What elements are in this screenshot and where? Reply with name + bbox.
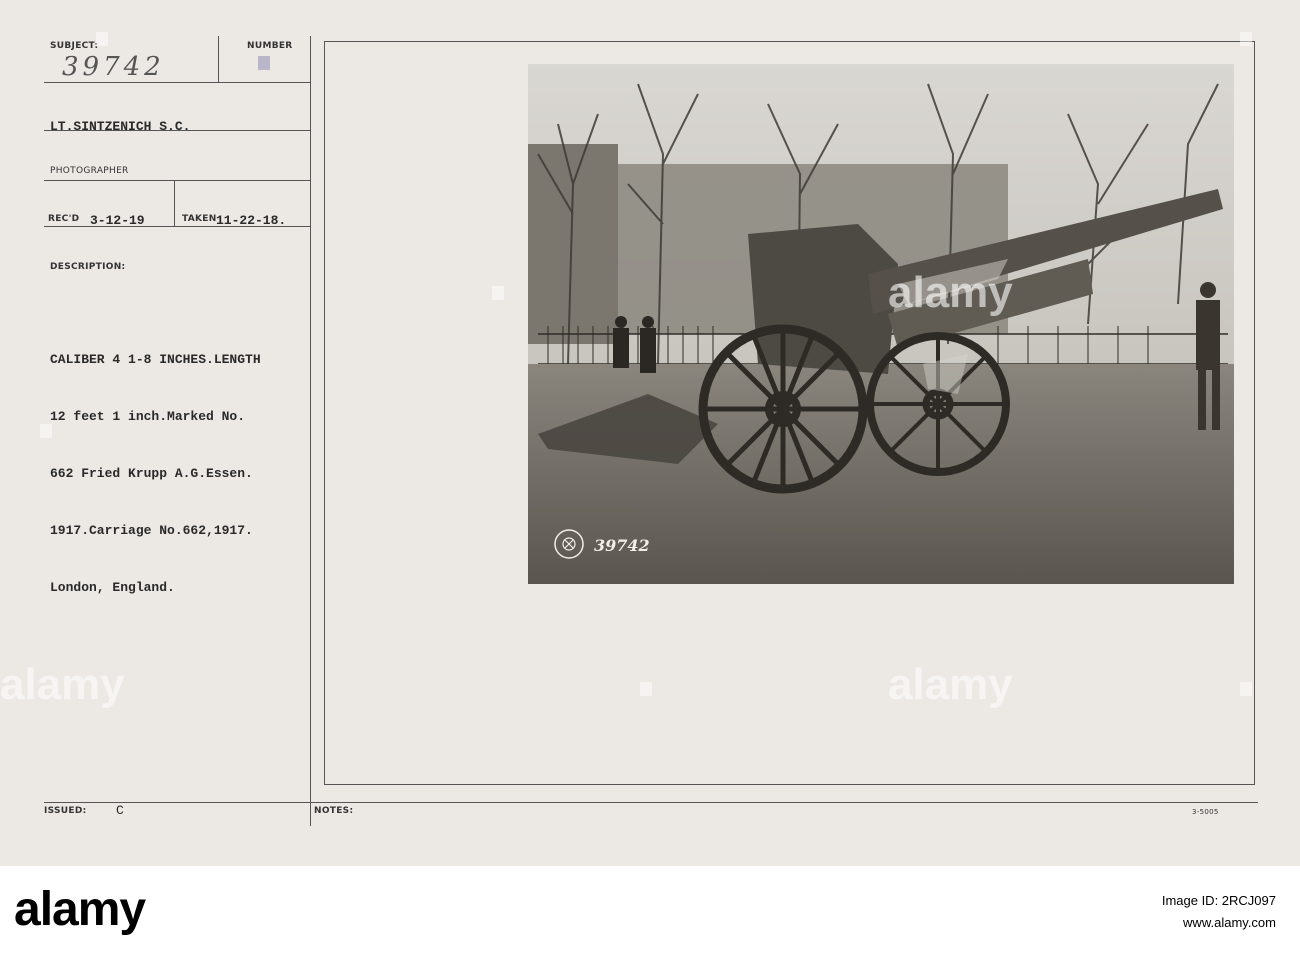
photo-stamp-number: 39742 bbox=[594, 536, 650, 555]
issued-value: C bbox=[116, 803, 124, 818]
watermark-dot bbox=[40, 424, 52, 438]
alamy-logo: alamy bbox=[14, 883, 146, 936]
watermark-dot bbox=[96, 32, 108, 46]
rule-date-divider bbox=[174, 180, 175, 226]
photographer-label: PHOTOGRAPHER bbox=[50, 166, 129, 176]
subject-label: SUBJECT: bbox=[50, 41, 99, 51]
notes-label: NOTES: bbox=[314, 806, 354, 816]
watermark-center: alamy bbox=[888, 660, 1013, 709]
rule-photographer-label bbox=[44, 180, 310, 181]
issued-label: ISSUED: bbox=[44, 806, 87, 816]
signal-corps-seal-icon bbox=[554, 529, 584, 559]
description-line: 1917.Carriage No.662,1917. bbox=[50, 523, 253, 538]
description-text: CALIBER 4 1-8 INCHES.LENGTH 12 feet 1 in… bbox=[50, 312, 320, 635]
form-code: 3-5005 bbox=[1192, 808, 1219, 816]
rule-footer bbox=[44, 802, 1258, 803]
watermark-left: alamy bbox=[0, 660, 125, 709]
stock-footer-bar bbox=[0, 866, 1300, 956]
description-line: 12 feet 1 inch.Marked No. bbox=[50, 409, 246, 424]
taken-label: TAKEN bbox=[182, 214, 217, 224]
description-line: London, England. bbox=[50, 580, 175, 595]
archival-record-card: SUBJECT: 39742 NUMBER LT.SINTZENICH S.C.… bbox=[0, 0, 1300, 866]
number-label: NUMBER bbox=[247, 41, 293, 51]
number-stamp bbox=[258, 56, 270, 70]
rule-subject-divider bbox=[218, 36, 219, 82]
recd-date: 3-12-19 bbox=[90, 213, 145, 228]
recd-label: REC'D bbox=[48, 214, 80, 224]
watermark-dot bbox=[640, 682, 652, 696]
watermark-dot bbox=[1240, 32, 1252, 46]
watermark-dot bbox=[492, 286, 504, 300]
watermark-dot bbox=[1240, 682, 1252, 696]
taken-date: 11-22-18. bbox=[216, 213, 287, 228]
photographer-name: LT.SINTZENICH S.C. bbox=[50, 119, 191, 134]
description-label: DESCRIPTION: bbox=[50, 262, 126, 272]
photo-illustration bbox=[528, 64, 1234, 584]
description-line: 662 Fried Krupp A.G.Essen. bbox=[50, 466, 253, 481]
image-id: Image ID: 2RCJ097 bbox=[1161, 893, 1276, 908]
site-url[interactable]: www.alamy.com bbox=[1183, 915, 1276, 930]
watermark-photo: alamy bbox=[888, 268, 1013, 317]
description-line: CALIBER 4 1-8 INCHES.LENGTH bbox=[50, 352, 261, 367]
rule-subject bbox=[44, 82, 310, 83]
subject-number: 39742 bbox=[62, 52, 165, 82]
artillery-photograph bbox=[528, 64, 1234, 584]
